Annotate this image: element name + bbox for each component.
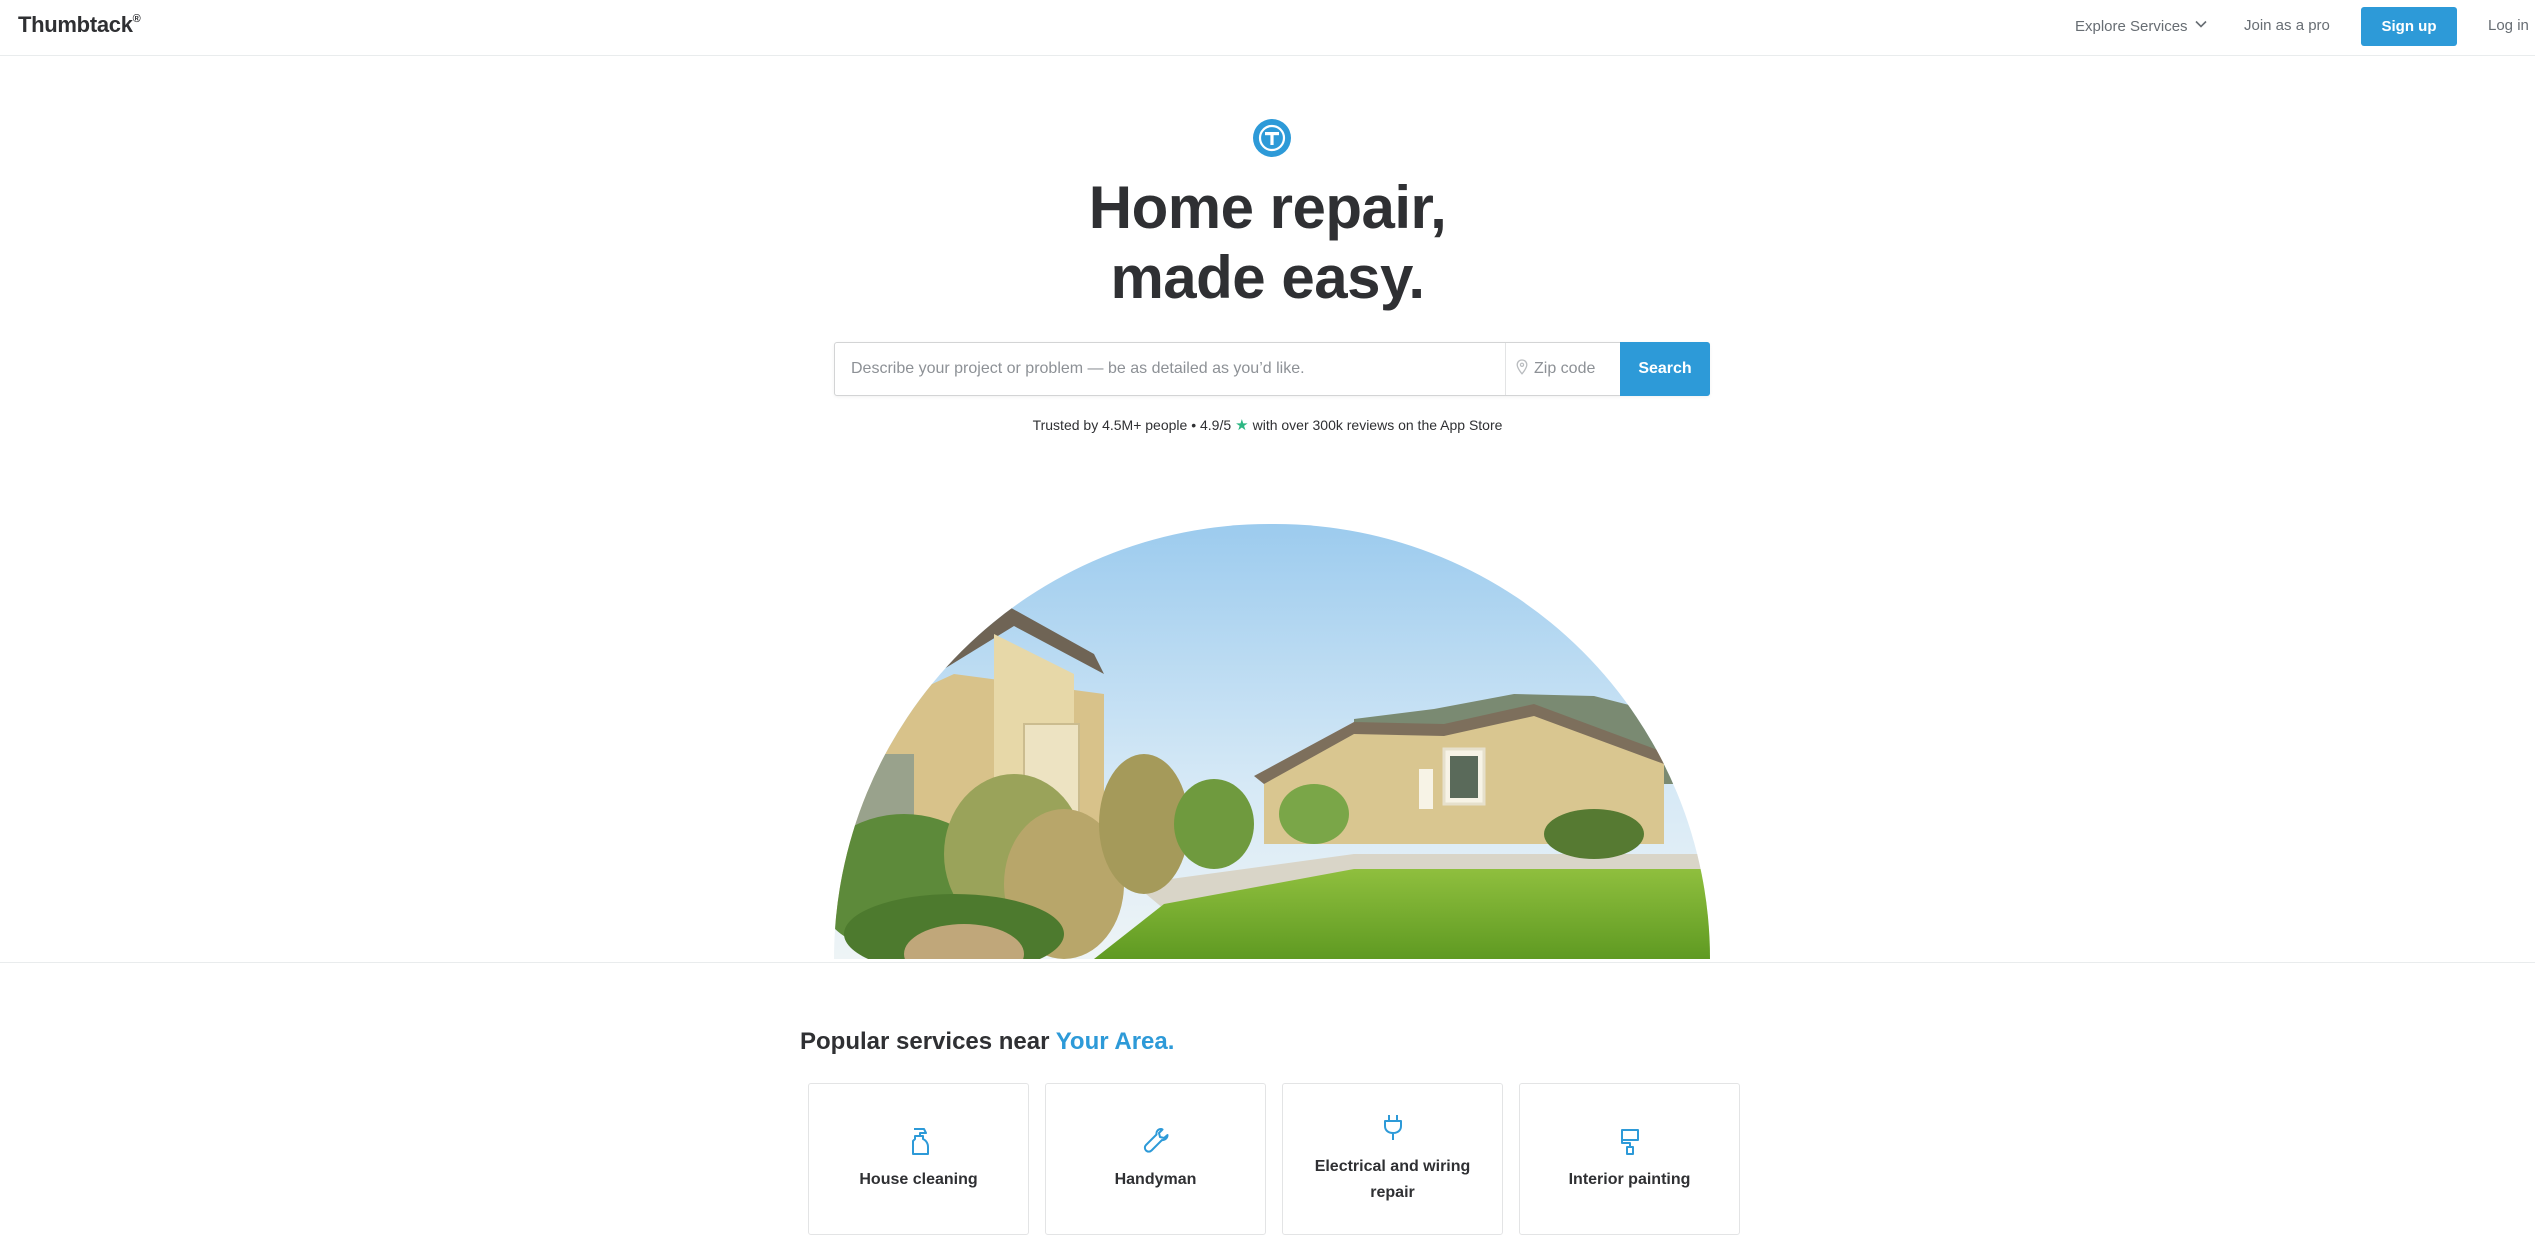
service-label: Interior painting — [1568, 1171, 1691, 1188]
location-pin-icon — [1516, 358, 1528, 380]
spray-bottle-icon — [903, 1125, 935, 1157]
zip-code-input[interactable] — [1534, 360, 1614, 378]
top-navigation: Thumbtack® Explore Services Join as a pr… — [0, 0, 2535, 56]
service-label: Handyman — [1114, 1171, 1197, 1188]
hero-house-image — [834, 524, 1710, 959]
logo-text: Thumbtack — [18, 12, 133, 37]
star-icon: ★ — [1235, 417, 1249, 434]
plug-icon — [1377, 1112, 1409, 1144]
service-card-interior-painting[interactable]: Interior painting — [1519, 1083, 1740, 1235]
service-label: Electrical and wiring repair — [1314, 1158, 1471, 1201]
section-divider — [0, 962, 2535, 963]
sign-up-button[interactable]: Sign up — [2361, 7, 2457, 46]
registered-mark: ® — [132, 12, 141, 25]
trust-statement: Trusted by 4.5M+ people • 4.9/5 ★ with o… — [0, 416, 2535, 434]
project-description-input[interactable] — [835, 343, 1505, 395]
log-in-link[interactable]: Log in — [2488, 17, 2529, 34]
service-card-handyman[interactable]: Handyman — [1045, 1083, 1266, 1235]
paint-roller-icon — [1614, 1125, 1646, 1157]
trust-prefix: Trusted by 4.5M+ people • 4.9/5 — [1032, 417, 1232, 433]
search-button[interactable]: Search — [1620, 342, 1710, 396]
trust-suffix: with over 300k reviews on the App Store — [1252, 417, 1503, 433]
hero-title-line2: made easy. — [1110, 244, 1425, 311]
popular-services-list: House cleaning Handyman Electrical and w… — [808, 1083, 1740, 1235]
hero-title-line1: Home repair, — [1088, 174, 1447, 241]
thumbtack-logo[interactable]: Thumbtack® — [18, 12, 141, 38]
chevron-down-icon — [2194, 17, 2208, 35]
zip-code-field[interactable] — [1505, 343, 1620, 395]
explore-services-menu[interactable]: Explore Services — [2075, 17, 2208, 35]
wrench-icon — [1140, 1125, 1172, 1157]
service-card-electrical[interactable]: Electrical and wiring repair — [1282, 1083, 1503, 1235]
service-label: House cleaning — [859, 1171, 978, 1188]
explore-services-label: Explore Services — [2075, 17, 2188, 35]
popular-title-prefix: Popular services near — [800, 1028, 1050, 1055]
popular-services-heading: Popular services near Your Area. — [800, 1028, 1174, 1056]
project-search-bar: Search — [834, 342, 1710, 396]
join-as-pro-link[interactable]: Join as a pro — [2244, 17, 2330, 34]
your-area-link[interactable]: Your Area. — [1056, 1028, 1175, 1055]
thumbtack-t-icon — [1253, 119, 1291, 157]
service-card-house-cleaning[interactable]: House cleaning — [808, 1083, 1029, 1235]
